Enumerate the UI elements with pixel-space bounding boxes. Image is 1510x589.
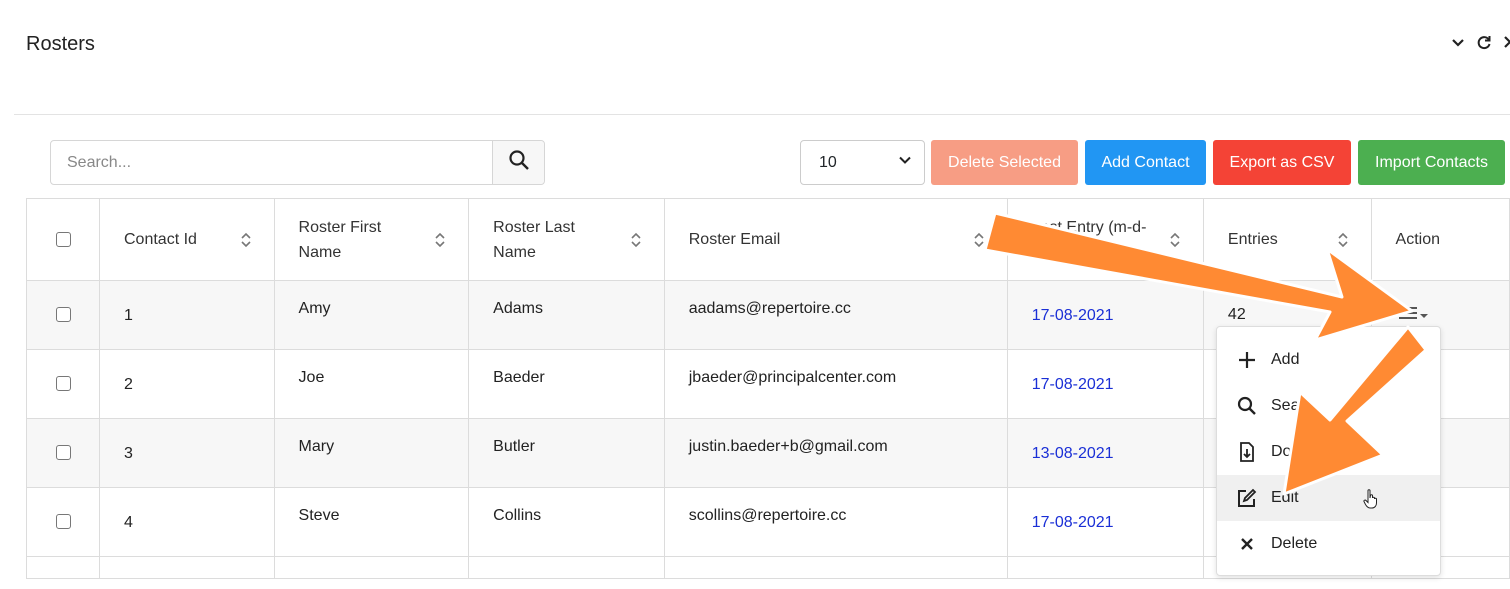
cell-first-name: Amy <box>273 280 470 350</box>
cell-contact-id: 2 <box>99 349 275 419</box>
cell-contact-id: 1 <box>99 280 275 350</box>
delete-selected-button[interactable]: Delete Selected <box>931 140 1078 185</box>
cell-first-name: Steve <box>273 487 470 557</box>
times-icon <box>1237 534 1257 554</box>
cell-contact-id: 3 <box>99 418 275 488</box>
cell-contact-id: 4 <box>99 487 275 557</box>
search-input[interactable] <box>51 141 492 184</box>
select-all-checkbox[interactable] <box>55 232 71 248</box>
cell-first-name: Mary <box>273 418 470 488</box>
row-checkbox[interactable] <box>55 307 71 323</box>
sort-icon[interactable] <box>973 231 985 249</box>
sort-icon[interactable] <box>434 231 446 249</box>
cell-email: justin.baeder+b@gmail.com <box>663 418 1008 488</box>
import-contacts-button[interactable]: Import Contacts <box>1358 140 1505 185</box>
caret-down-icon <box>1419 306 1428 324</box>
row-checkbox[interactable] <box>55 514 71 530</box>
export-csv-button[interactable]: Export as CSV <box>1213 140 1351 185</box>
header-entries[interactable]: Entries <box>1202 198 1372 281</box>
sort-icon[interactable] <box>240 231 252 249</box>
chevron-down-icon <box>898 153 912 172</box>
search-button[interactable] <box>492 141 544 184</box>
header-last-entry[interactable]: Last Entry (m-d- <box>1006 198 1204 281</box>
cell-email: aadams@repertoire.cc <box>663 280 1008 350</box>
menu-item-add[interactable]: Add <box>1217 337 1440 383</box>
cell-last-name: Butler <box>468 418 665 488</box>
collapse-chevron-icon[interactable] <box>1450 34 1466 50</box>
panel-tools <box>1450 34 1510 50</box>
refresh-icon[interactable] <box>1476 34 1492 50</box>
edit-icon <box>1237 488 1257 508</box>
hand-cursor-icon <box>1362 488 1379 514</box>
header-last-name[interactable]: Roster Last Name <box>468 198 665 281</box>
page-size-select[interactable]: 10 <box>800 140 925 185</box>
cell-email: scollins@repertoire.cc <box>663 487 1008 557</box>
row-checkbox[interactable] <box>55 445 71 461</box>
search-icon <box>1237 396 1257 416</box>
cell-email: jbaeder@principalcenter.com <box>663 349 1008 419</box>
page-size-value: 10 <box>819 153 837 171</box>
cell-last-entry[interactable]: 17-08-2021 <box>1006 280 1204 350</box>
download-file-icon <box>1237 442 1257 462</box>
cell-last-name: Adams <box>468 280 665 350</box>
plus-icon <box>1237 350 1257 370</box>
menu-item-download[interactable]: Dow <box>1217 429 1440 475</box>
header-divider <box>14 114 1510 115</box>
select-all-header <box>26 198 100 281</box>
action-menu-trigger[interactable] <box>1398 306 1428 325</box>
action-dropdown-menu: Add Sear Dow Edit Delete <box>1216 326 1441 576</box>
table-header-row: Contact Id Roster First Name Roster Last… <box>26 198 1510 281</box>
add-contact-button[interactable]: Add Contact <box>1085 140 1206 185</box>
header-first-name[interactable]: Roster First Name <box>273 198 470 281</box>
cell-last-entry[interactable]: 13-08-2021 <box>1006 418 1204 488</box>
cell-last-name: Baeder <box>468 349 665 419</box>
menu-item-search[interactable]: Sear <box>1217 383 1440 429</box>
header-contact-id[interactable]: Contact Id <box>99 198 275 281</box>
menu-item-delete[interactable]: Delete <box>1217 521 1440 567</box>
cell-last-entry[interactable]: 17-08-2021 <box>1006 349 1204 419</box>
search-box <box>50 140 545 185</box>
header-action: Action <box>1370 198 1510 281</box>
menu-item-edit[interactable]: Edit <box>1217 475 1440 521</box>
cell-first-name: Joe <box>273 349 470 419</box>
row-checkbox[interactable] <box>55 376 71 392</box>
cell-last-entry[interactable]: 17-08-2021 <box>1006 487 1204 557</box>
sort-icon[interactable] <box>630 231 642 249</box>
sort-icon[interactable] <box>1337 231 1349 249</box>
close-icon[interactable] <box>1502 34 1510 50</box>
page-title: Rosters <box>26 33 95 55</box>
hamburger-menu-icon <box>1398 306 1418 325</box>
header-email[interactable]: Roster Email <box>663 198 1008 281</box>
sort-icon[interactable] <box>1169 231 1181 249</box>
cell-last-name: Collins <box>468 487 665 557</box>
search-icon <box>508 149 530 176</box>
